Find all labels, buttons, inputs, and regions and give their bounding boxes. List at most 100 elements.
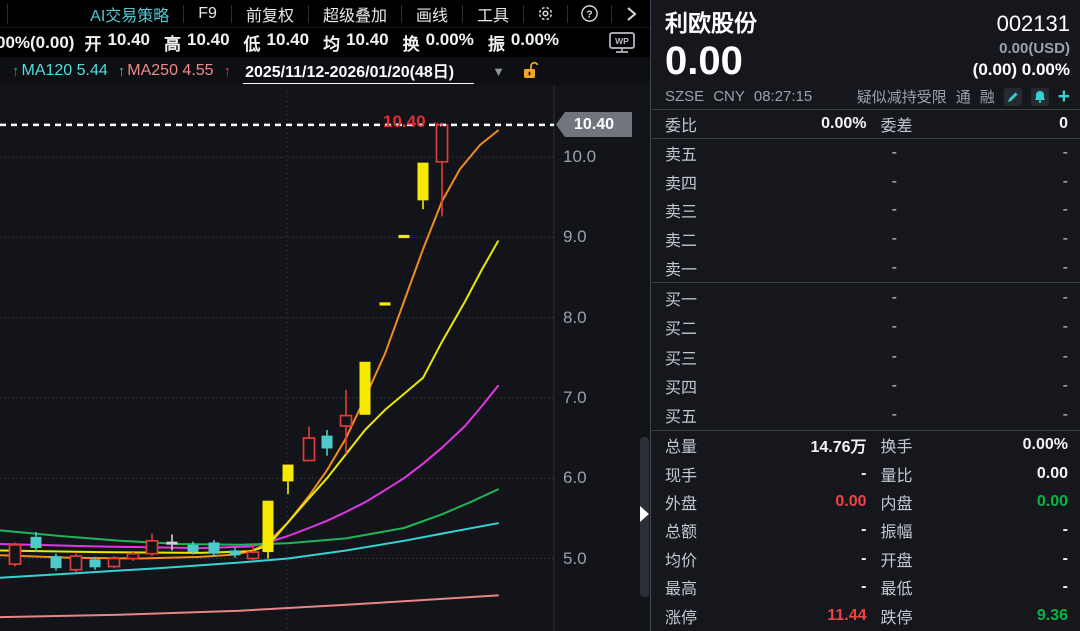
quote-panel: 利欧股份 002131 0.00 0.00(USD) (0.00) 0.00% … [650, 0, 1080, 631]
chevron-right-icon [624, 6, 638, 22]
panel-expand-arrow-icon[interactable] [640, 506, 649, 522]
svg-text:WP: WP [615, 36, 629, 46]
ask-row-label: 卖四 [665, 170, 721, 194]
menu-item-工具[interactable]: 工具 [463, 2, 523, 26]
annotation-arrow-icon: → [428, 110, 451, 135]
ohlc-field: 低10.40 [244, 30, 310, 55]
candlestick-chart[interactable] [0, 0, 650, 631]
candle-body-up [304, 438, 315, 460]
candle-body [230, 550, 241, 555]
menu-item-超级叠加[interactable]: 超级叠加 [309, 2, 401, 26]
ohlc-field-value: 10.40 [346, 30, 389, 55]
ohlc-field-label: 开 [84, 30, 101, 55]
badge-connect: 通 [956, 86, 971, 107]
pencil-icon [1007, 91, 1019, 103]
price-axis-tick: 9.0 [563, 227, 587, 247]
unlocked-padlock-icon [521, 61, 541, 81]
candle-body [283, 465, 294, 482]
stat-row: 最高-最低- [651, 573, 1080, 601]
menu-item-画线[interactable]: 画线 [402, 2, 462, 26]
ask-row-label: 卖五 [665, 141, 721, 165]
price-axis-tick: 8.0 [563, 308, 587, 328]
bid-row-label: 买一 [665, 286, 721, 310]
edit-button[interactable] [1004, 88, 1022, 106]
ask-row: 卖三-- [651, 196, 1080, 225]
candle-body [188, 545, 199, 552]
settings-button[interactable] [524, 0, 567, 27]
stat-value: 0.00 [923, 465, 1069, 483]
ask-row: 卖四-- [651, 168, 1080, 197]
quote-time: 08:27:15 [754, 88, 812, 105]
ask-row-price: - [721, 230, 897, 248]
ohlc-field: 振0.00% [488, 30, 559, 55]
ma-legend-0: MA120 5.44 [22, 62, 108, 80]
change-summary: 00%(0.00) [0, 33, 74, 53]
menu-item-ai-strategy[interactable]: AI交易策略 [76, 2, 183, 26]
stat-label: 总量 [665, 433, 721, 457]
alert-button[interactable] [1031, 88, 1049, 106]
price-axis-tick: 7.0 [563, 388, 587, 408]
badge-margin: 融 [980, 86, 995, 107]
expand-toolbar-button[interactable] [612, 0, 650, 27]
stat-value: - [923, 521, 1069, 539]
unlocked-padlock-button[interactable] [521, 61, 541, 81]
stat-label: 量比 [867, 462, 923, 486]
stat-label: 换手 [867, 433, 923, 457]
ask-row-price: - [721, 201, 897, 219]
bid-row-label: 买五 [665, 403, 721, 427]
weicha-label: 委差 [867, 112, 923, 136]
ma-line-ma3 [0, 386, 498, 548]
candle-body-up [128, 554, 139, 559]
bid-row-volume: - [897, 377, 1068, 395]
ask-row-price: - [721, 144, 897, 162]
ohlc-field-value: 0.00% [511, 30, 559, 55]
bell-icon [1034, 90, 1046, 103]
stat-value: 0.00% [923, 436, 1069, 454]
quote-header: 利欧股份 002131 0.00 0.00(USD) (0.00) 0.00% … [651, 0, 1080, 110]
ma-line-MA250 [0, 595, 498, 617]
menu-item-F9[interactable]: F9 [184, 5, 231, 23]
price-axis: 10.09.08.07.06.05.0 [554, 0, 650, 631]
ohlc-field-label: 均 [323, 30, 340, 55]
bid-row-price: - [721, 348, 897, 366]
ohlc-field-value: 10.40 [187, 30, 230, 55]
ask-row-volume: - [897, 259, 1068, 277]
bid-row-volume: - [897, 406, 1068, 424]
help-button[interactable]: ? [568, 0, 611, 27]
candle-body [90, 559, 101, 567]
stat-value: 11.44 [721, 607, 867, 625]
bid-levels: 买一--买二--买三--买四--买五-- [651, 283, 1080, 431]
candle-body [380, 302, 391, 305]
usd-price: 0.00(USD) [973, 40, 1070, 57]
ma-line-ma2 [0, 241, 498, 553]
ohlc-field: 开10.40 [84, 30, 150, 55]
stat-value: - [721, 578, 867, 596]
candle-body [51, 556, 62, 568]
candle-body [209, 542, 220, 553]
stat-label: 总额 [665, 518, 721, 542]
stock-name: 利欧股份 [665, 4, 757, 38]
stat-value: 0.00 [923, 493, 1069, 511]
ma-legend-items: ↑MA120 5.44↑MA250 4.55↑ [12, 62, 233, 80]
weicha-value: 0 [923, 115, 1069, 133]
candle-body [167, 542, 178, 545]
ask-row-label: 卖三 [665, 198, 721, 222]
exchange-label: SZSE [665, 88, 704, 105]
stat-label: 开盘 [867, 547, 923, 571]
ohlc-field-value: 0.00% [426, 30, 474, 55]
candle-body [399, 235, 410, 238]
menu-item-前复权[interactable]: 前复权 [232, 2, 308, 26]
ask-row: 卖一-- [651, 253, 1080, 282]
chevron-down-icon[interactable]: ▼ [492, 64, 505, 79]
ask-row-price: - [721, 173, 897, 191]
date-range-selector[interactable]: 2025/11/12-2026/01/20(48日) [243, 58, 474, 84]
ask-row-volume: - [897, 144, 1068, 162]
add-to-watchlist-button[interactable]: + [1058, 89, 1070, 105]
stat-value: - [721, 521, 867, 539]
bid-row-volume: - [897, 318, 1068, 336]
wp-window-button[interactable]: WP [608, 31, 636, 54]
price-axis-tick: 6.0 [563, 468, 587, 488]
bid-row-label: 买三 [665, 345, 721, 369]
ohlc-field-value: 10.40 [107, 30, 150, 55]
stat-row: 外盘0.00内盘0.00 [651, 488, 1080, 516]
